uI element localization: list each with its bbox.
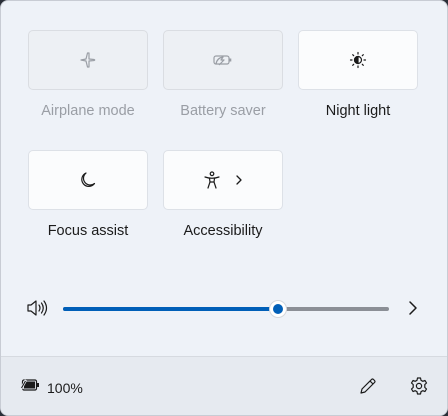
airplane-icon [78, 50, 98, 70]
tile-focus-assist: Focus assist [28, 150, 148, 270]
volume-row [25, 293, 425, 323]
focus-assist-label: Focus assist [47, 223, 129, 239]
battery-saver-icon [212, 52, 234, 68]
moon-icon [78, 170, 98, 190]
night-light-toggle[interactable] [298, 30, 418, 90]
battery-percentage: 100% [47, 379, 83, 396]
tile-airplane-mode: Airplane mode [28, 30, 148, 150]
tile-battery-saver: Battery saver [163, 30, 283, 150]
quick-actions-grid: Airplane mode Battery saver Night light … [28, 30, 418, 270]
volume-slider-fill [63, 307, 279, 311]
pencil-icon[interactable] [358, 376, 378, 401]
battery-saver-label: Battery saver [180, 103, 266, 119]
focus-assist-toggle[interactable] [28, 150, 148, 210]
brightness-icon [348, 50, 368, 70]
battery-charging-icon [19, 378, 41, 397]
gear-icon[interactable] [409, 376, 429, 401]
quick-settings-panel: Airplane mode Battery saver Night light … [0, 0, 448, 416]
footer-bar: 100% [1, 356, 447, 415]
accessibility-toggle[interactable] [163, 150, 283, 210]
chevron-right-icon[interactable] [407, 299, 419, 322]
accessibility-label: Accessibility [183, 223, 263, 239]
night-light-label: Night light [325, 103, 391, 119]
airplane-mode-toggle[interactable] [28, 30, 148, 90]
tile-night-light: Night light [298, 30, 418, 150]
battery-status[interactable]: 100% [19, 378, 83, 397]
volume-slider-thumb[interactable] [269, 300, 288, 318]
tile-accessibility: Accessibility [163, 150, 283, 270]
speaker-icon[interactable] [25, 297, 49, 324]
airplane-mode-label: Airplane mode [41, 103, 135, 119]
volume-slider[interactable] [63, 300, 389, 318]
accessibility-icon [202, 170, 224, 190]
chevron-right-icon[interactable] [234, 173, 244, 187]
battery-saver-toggle[interactable] [163, 30, 283, 90]
